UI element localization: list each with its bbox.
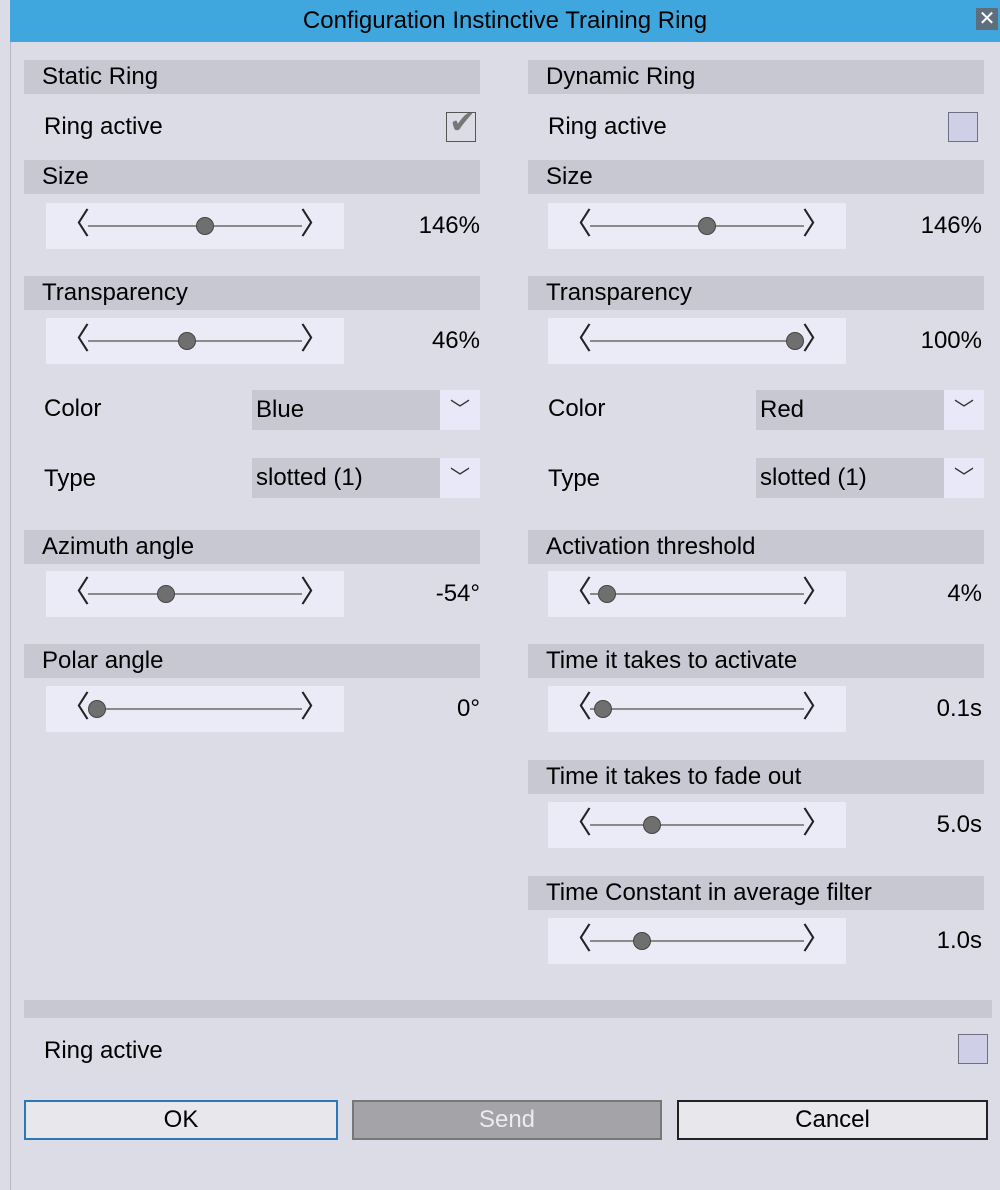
fade-time-value: 5.0s <box>936 811 982 838</box>
slider-knob[interactable] <box>156 585 175 603</box>
activation-threshold-value: 4% <box>947 580 982 607</box>
time-constant-value: 1.0s <box>936 927 982 954</box>
left-arrow-icon[interactable]: 〈 <box>60 575 90 611</box>
static-transparency-slider[interactable]: 〈 〉 <box>46 318 344 364</box>
chevron-down-icon[interactable]: ﹀ <box>944 390 984 430</box>
polar-slider[interactable]: 〈 〉 <box>46 686 344 732</box>
dynamic-transparency-slider[interactable]: 〈 〉 <box>548 318 846 364</box>
right-arrow-icon[interactable]: 〉 <box>300 207 330 243</box>
dynamic-transparency-value: 100% <box>920 327 982 354</box>
time-constant-header: Time Constant in average filter <box>528 876 984 910</box>
static-transparency-header: Transparency <box>24 276 480 310</box>
static-ring-header: Static Ring <box>24 60 480 94</box>
right-arrow-icon[interactable]: 〉 <box>802 575 832 611</box>
dynamic-size-header: Size <box>528 160 984 194</box>
static-size-value: 146% <box>418 212 480 239</box>
left-arrow-icon[interactable]: 〈 <box>562 922 592 958</box>
activation-threshold-header: Activation threshold <box>528 530 984 564</box>
dynamic-color-value: Red <box>760 396 805 423</box>
static-type-dropdown[interactable]: slotted (1) ﹀ <box>252 458 480 498</box>
right-arrow-icon[interactable]: 〉 <box>802 806 832 842</box>
fade-time-slider[interactable]: 〈 〉 <box>548 802 846 848</box>
slider-knob[interactable] <box>593 700 612 718</box>
slider-knob[interactable] <box>195 217 214 235</box>
left-arrow-icon[interactable]: 〈 <box>562 806 592 842</box>
dynamic-type-label: Type <box>548 465 601 492</box>
polar-header: Polar angle <box>24 644 480 678</box>
title-bar[interactable]: Configuration Instinctive Training Ring … <box>10 0 1000 42</box>
static-transparency-value: 46% <box>431 327 480 354</box>
window-title: Configuration Instinctive Training Ring <box>302 7 708 34</box>
static-ring-active-checkbox[interactable]: ✔ <box>446 104 476 142</box>
dynamic-type-value: slotted (1) <box>760 464 867 491</box>
right-arrow-icon[interactable]: 〉 <box>802 690 832 726</box>
right-arrow-icon[interactable]: 〉 <box>802 922 832 958</box>
slider-knob[interactable] <box>697 217 716 235</box>
ok-button[interactable]: OK <box>24 1100 338 1140</box>
send-button[interactable]: Send <box>352 1100 662 1140</box>
slider-track <box>590 940 804 942</box>
static-size-header: Size <box>24 160 480 194</box>
cancel-button[interactable]: Cancel <box>677 1100 988 1140</box>
dynamic-color-label: Color <box>548 395 606 422</box>
activate-time-header: Time it takes to activate <box>528 644 984 678</box>
static-color-dropdown[interactable]: Blue ﹀ <box>252 390 480 430</box>
right-arrow-icon[interactable]: 〉 <box>300 575 330 611</box>
dynamic-ring-header: Dynamic Ring <box>528 60 984 94</box>
dynamic-size-value: 146% <box>920 212 982 239</box>
window-left-edge <box>0 42 11 1190</box>
dynamic-type-dropdown[interactable]: slotted (1) ﹀ <box>756 458 984 498</box>
left-arrow-icon[interactable]: 〈 <box>562 575 592 611</box>
right-arrow-icon[interactable]: 〉 <box>300 690 330 726</box>
slider-knob[interactable] <box>597 585 616 603</box>
time-constant-slider[interactable]: 〈 〉 <box>548 918 846 964</box>
static-ring-active-label: Ring active <box>44 113 163 140</box>
dynamic-ring-active-checkbox[interactable] <box>948 112 978 142</box>
dynamic-color-dropdown[interactable]: Red ﹀ <box>756 390 984 430</box>
polar-value: 0° <box>457 695 480 722</box>
slider-knob[interactable] <box>178 332 197 350</box>
footer-divider <box>24 1000 992 1018</box>
footer-ring-active-checkbox[interactable] <box>958 1034 988 1064</box>
right-arrow-icon[interactable]: 〉 <box>802 207 832 243</box>
static-size-slider[interactable]: 〈 〉 <box>46 203 344 249</box>
static-type-value: slotted (1) <box>256 464 363 491</box>
fade-time-header: Time it takes to fade out <box>528 760 984 794</box>
left-arrow-icon[interactable]: 〈 <box>60 690 90 726</box>
azimuth-slider[interactable]: 〈 〉 <box>46 571 344 617</box>
slider-knob[interactable] <box>633 932 652 950</box>
dynamic-ring-active-label: Ring active <box>548 113 667 140</box>
close-icon[interactable]: ✕ <box>976 8 998 30</box>
chevron-down-icon[interactable]: ﹀ <box>440 458 480 498</box>
dynamic-size-slider[interactable]: 〈 〉 <box>548 203 846 249</box>
left-arrow-icon[interactable]: 〈 <box>562 322 592 358</box>
slider-track <box>88 708 302 710</box>
left-arrow-icon[interactable]: 〈 <box>562 207 592 243</box>
chevron-down-icon[interactable]: ﹀ <box>944 458 984 498</box>
left-arrow-icon[interactable]: 〈 <box>562 690 592 726</box>
footer-ring-active-label: Ring active <box>44 1037 163 1064</box>
activation-threshold-slider[interactable]: 〈 〉 <box>548 571 846 617</box>
azimuth-value: -54° <box>435 580 480 607</box>
activate-time-slider[interactable]: 〈 〉 <box>548 686 846 732</box>
activate-time-value: 0.1s <box>936 695 982 722</box>
left-arrow-icon[interactable]: 〈 <box>60 207 90 243</box>
slider-track <box>590 340 804 342</box>
static-type-label: Type <box>44 465 97 492</box>
slider-track <box>88 593 302 595</box>
dynamic-transparency-header: Transparency <box>528 276 984 310</box>
slider-track <box>590 824 804 826</box>
left-arrow-icon[interactable]: 〈 <box>60 322 90 358</box>
slider-track <box>590 593 804 595</box>
checkmark-icon: ✔ <box>449 104 476 140</box>
slider-knob[interactable] <box>88 700 106 718</box>
slider-track <box>590 708 804 710</box>
chevron-down-icon[interactable]: ﹀ <box>440 390 480 430</box>
right-arrow-icon[interactable]: 〉 <box>300 322 330 358</box>
slider-knob[interactable] <box>642 816 661 834</box>
static-color-value: Blue <box>256 396 305 423</box>
azimuth-header: Azimuth angle <box>24 530 480 564</box>
static-color-label: Color <box>44 395 102 422</box>
right-arrow-icon[interactable]: 〉 <box>802 322 832 358</box>
